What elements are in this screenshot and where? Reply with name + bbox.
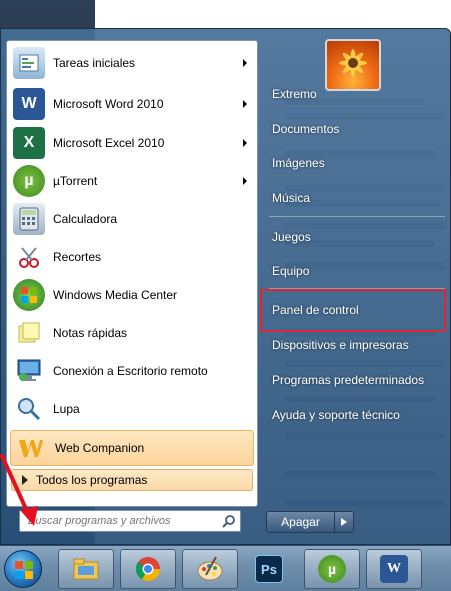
programs-pane: Tareas iniciales W Microsoft Word 2010 X… [6, 40, 258, 507]
search-icon[interactable] [218, 511, 240, 531]
program-label: Recortes [53, 250, 102, 264]
remote-desktop-icon [13, 355, 45, 387]
submenu-arrow-icon[interactable] [243, 100, 247, 108]
right-item-musica[interactable]: Música [272, 187, 447, 209]
taskbar-photoshop[interactable]: Ps [244, 549, 294, 589]
submenu-arrow-icon[interactable] [243, 139, 247, 147]
program-label: Microsoft Word 2010 [53, 97, 164, 111]
program-label: Calculadora [53, 212, 118, 226]
program-label: Notas rápidas [53, 326, 128, 340]
file-explorer-icon [72, 555, 100, 583]
taskbar: Ps µ W [0, 545, 451, 591]
program-item-lupa[interactable]: Lupa [9, 391, 255, 427]
program-item-notas-rapidas[interactable]: Notas rápidas [9, 315, 255, 351]
taskbar-chrome[interactable] [120, 549, 176, 589]
panel-de-control-highlight-box [260, 289, 446, 332]
submenu-arrow-icon[interactable] [243, 59, 247, 67]
program-label: Lupa [53, 402, 80, 416]
right-item-programas-predeterminados[interactable]: Programas predeterminados [272, 369, 447, 391]
right-item-extremo[interactable]: Extremo [272, 83, 447, 105]
taskbar-utorrent[interactable]: µ [304, 549, 360, 589]
paint-icon [196, 555, 224, 583]
right-item-equipo[interactable]: Equipo [272, 260, 447, 282]
annotation-arrow [0, 454, 38, 526]
program-item-utorrent[interactable]: µ µTorrent [9, 163, 255, 199]
program-label: Conexión a Escritorio remoto [53, 364, 208, 378]
program-item-excel[interactable]: X Microsoft Excel 2010 [9, 125, 255, 161]
utorrent-icon: µ [318, 555, 346, 583]
taskbar-word[interactable]: W [366, 549, 422, 589]
program-label: µTorrent [53, 174, 98, 188]
shutdown-button-group: Apagar [266, 511, 354, 533]
word-icon: W [380, 555, 408, 583]
right-item-dispositivos[interactable]: Dispositivos e impresoras [272, 334, 447, 356]
start-menu: Tareas iniciales W Microsoft Word 2010 X… [0, 28, 451, 545]
program-label: Tareas iniciales [53, 56, 136, 70]
program-item-recortes[interactable]: Recortes [9, 239, 255, 275]
taskbar-file-explorer[interactable] [58, 549, 114, 589]
media-center-icon [13, 279, 45, 311]
divider [269, 216, 445, 217]
utorrent-icon: µ [13, 165, 45, 197]
program-item-tareas-iniciales[interactable]: Tareas iniciales [9, 45, 255, 81]
excel-icon: X [13, 127, 45, 159]
program-label: Windows Media Center [53, 288, 178, 302]
right-item-ayuda[interactable]: Ayuda y soporte técnico [272, 404, 447, 426]
getting-started-icon [13, 47, 45, 79]
sticky-notes-icon [13, 317, 45, 349]
right-item-documentos[interactable]: Documentos [272, 118, 447, 140]
taskbar-paint[interactable] [182, 549, 238, 589]
submenu-arrow-icon[interactable] [243, 177, 247, 185]
program-item-calculadora[interactable]: Calculadora [9, 201, 255, 237]
program-label: Web Companion [55, 441, 145, 455]
magnifier-icon [13, 393, 45, 425]
shutdown-button[interactable]: Apagar [267, 512, 335, 532]
program-item-escritorio-remoto[interactable]: Conexión a Escritorio remoto [9, 353, 255, 389]
right-item-juegos[interactable]: Juegos [272, 226, 447, 248]
start-button[interactable] [4, 550, 42, 588]
calculator-icon [13, 203, 45, 235]
chrome-icon [134, 555, 162, 583]
photoshop-icon: Ps [255, 555, 283, 583]
shutdown-options-arrow-icon[interactable] [335, 512, 353, 532]
program-item-word[interactable]: W Microsoft Word 2010 [9, 86, 255, 122]
snipping-tool-icon [13, 241, 45, 273]
program-label: Microsoft Excel 2010 [53, 136, 165, 150]
windows-logo-icon [15, 561, 33, 579]
word-icon: W [13, 88, 45, 120]
right-item-imagenes[interactable]: Imágenes [272, 152, 447, 174]
flower-image [339, 49, 367, 77]
program-item-media-center[interactable]: Windows Media Center [9, 277, 255, 313]
